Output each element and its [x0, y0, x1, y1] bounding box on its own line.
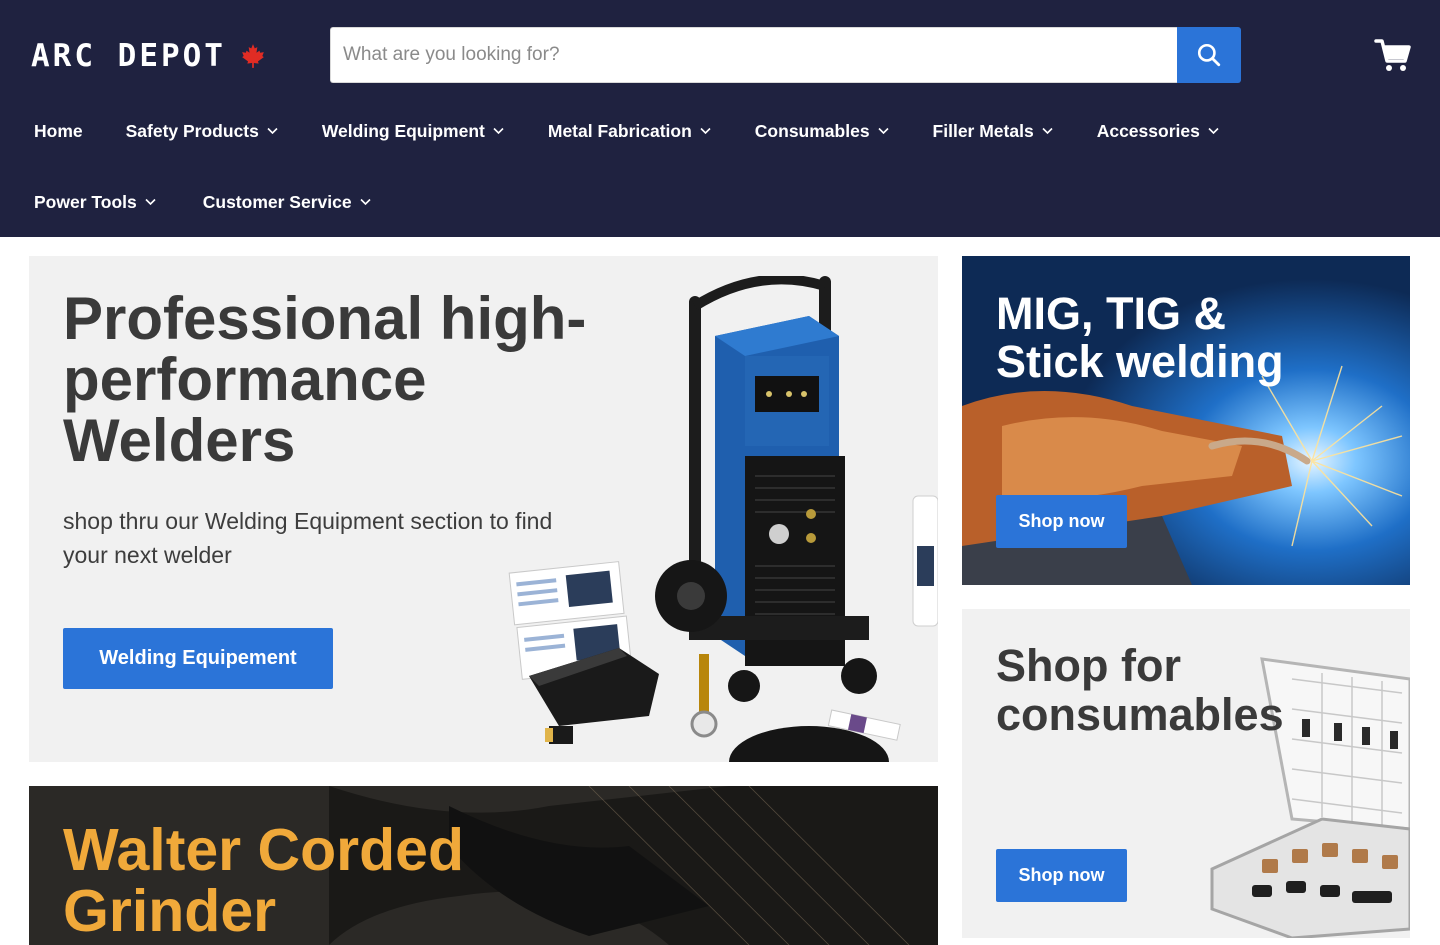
main-nav-row-2: Power Tools Customer Service	[34, 189, 371, 215]
nav-item-welding-equipment[interactable]: Welding Equipment	[322, 118, 504, 144]
logo[interactable]: ARC DEPOT	[31, 40, 266, 72]
search-bar	[330, 27, 1241, 83]
chevron-down-icon	[360, 198, 371, 206]
consumables-card: Shop for consumables Shop now	[962, 609, 1410, 938]
chevron-down-icon	[1042, 127, 1053, 135]
maple-leaf-icon	[242, 44, 264, 68]
walter-grinder-card: Walter Corded Grinder	[29, 786, 938, 945]
nav-item-home[interactable]: Home	[34, 118, 83, 144]
nav-item-power-tools[interactable]: Power Tools	[34, 189, 156, 215]
nav-item-metal-fabrication[interactable]: Metal Fabrication	[548, 118, 711, 144]
nav-item-consumables[interactable]: Consumables	[755, 118, 889, 144]
chevron-down-icon	[493, 127, 504, 135]
main-nav-row-1: Home Safety Products Welding Equipment M…	[34, 118, 1219, 144]
chevron-down-icon	[700, 127, 711, 135]
site-header: ARC DEPOT Home Safety Products Welding E…	[0, 0, 1440, 237]
search-button[interactable]	[1177, 27, 1241, 83]
welder-cart-image	[508, 276, 938, 762]
nav-item-customer-service[interactable]: Customer Service	[203, 189, 371, 215]
mig-shop-now-button[interactable]: Shop now	[996, 495, 1127, 548]
chevron-down-icon	[1208, 127, 1219, 135]
search-icon	[1197, 43, 1221, 67]
nav-item-accessories[interactable]: Accessories	[1097, 118, 1219, 144]
nav-item-filler-metals[interactable]: Filler Metals	[933, 118, 1053, 144]
mig-tig-stick-card: MIG, TIG & Stick welding Shop now	[962, 256, 1410, 585]
nav-item-safety-products[interactable]: Safety Products	[126, 118, 278, 144]
chevron-down-icon	[145, 198, 156, 206]
chevron-down-icon	[877, 127, 889, 135]
hero-subtitle: shop thru our Welding Equipment section …	[63, 508, 553, 568]
chevron-down-icon	[267, 127, 278, 135]
cart-icon[interactable]	[1374, 36, 1412, 74]
logo-text: ARC DEPOT	[31, 38, 226, 74]
consumables-shop-now-button[interactable]: Shop now	[996, 849, 1127, 902]
search-input[interactable]	[330, 27, 1177, 83]
mig-card-title: MIG, TIG & Stick welding	[996, 288, 1284, 387]
welding-equipment-button[interactable]: Welding Equipement	[63, 628, 333, 689]
hero-banner: Professional high-performance Welders sh…	[29, 256, 938, 762]
walter-card-title: Walter Corded Grinder	[63, 817, 465, 944]
consumables-card-title: Shop for consumables	[996, 640, 1284, 740]
